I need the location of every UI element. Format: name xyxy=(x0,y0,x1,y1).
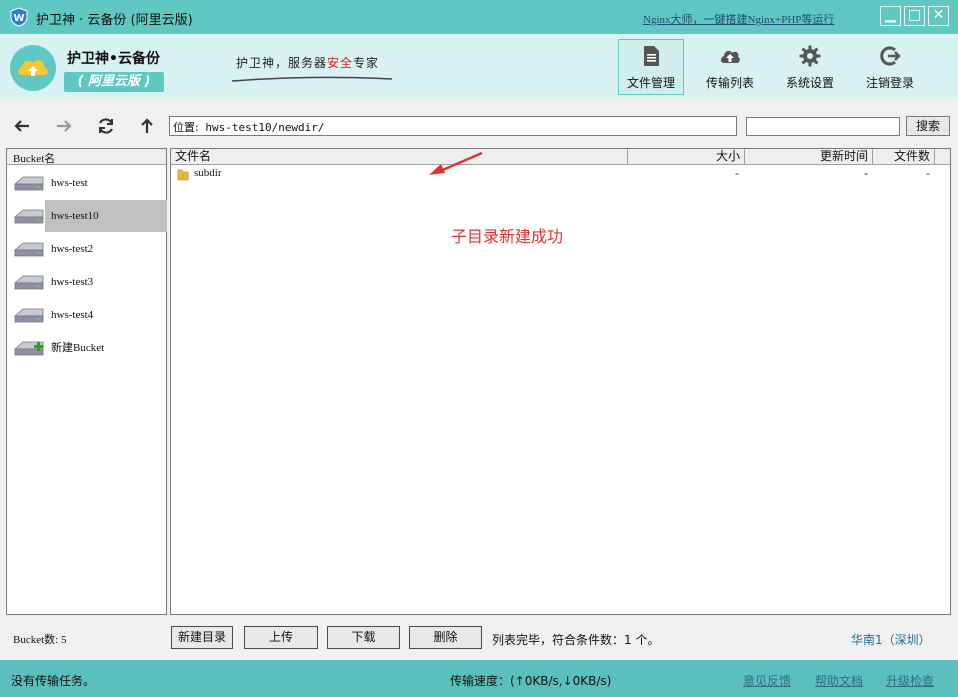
add-disk-icon xyxy=(13,341,44,356)
search-input[interactable] xyxy=(746,117,900,136)
file-size: - xyxy=(735,167,739,180)
download-button[interactable]: 下载 xyxy=(327,626,400,649)
table-row[interactable]: subdir - - - xyxy=(171,166,950,183)
bucket-item[interactable]: hws-test2 xyxy=(13,233,167,265)
feedback-link[interactable]: 意见反馈 xyxy=(743,672,791,689)
bucket-label: hws-test xyxy=(51,177,88,189)
shield-logo-icon: W xyxy=(10,7,28,27)
nav-system-settings[interactable]: 系统设置 xyxy=(777,39,843,95)
brand-edition: ( 阿里云版 ) xyxy=(64,72,164,92)
main-content: Bucket名 hws-test hws-test10 hws-test2 hw… xyxy=(0,148,958,660)
minimize-button[interactable]: ▁ xyxy=(880,6,901,26)
new-directory-button[interactable]: 新建目录 xyxy=(171,626,233,649)
path-value: hws-test10/newdir/ xyxy=(205,121,325,134)
forward-arrow-icon[interactable] xyxy=(54,116,74,136)
toolbar: 位置: hws-test10/newdir/ 搜索 xyxy=(0,100,958,148)
bucket-count: Bucket数: 5 xyxy=(13,634,67,646)
bucket-label: hws-test3 xyxy=(51,276,94,288)
close-button[interactable]: ✕ xyxy=(928,6,949,26)
delete-button[interactable]: 删除 xyxy=(409,626,482,649)
new-bucket-item[interactable]: 新建Bucket xyxy=(13,332,167,364)
column-header-name[interactable]: 文件名 xyxy=(171,149,628,164)
bucket-item[interactable]: hws-test xyxy=(13,167,167,199)
back-arrow-icon[interactable] xyxy=(12,116,32,136)
bucket-list: Bucket名 hws-test hws-test10 hws-test2 hw… xyxy=(6,148,167,615)
upload-button[interactable]: 上传 xyxy=(244,626,318,649)
disk-icon xyxy=(13,275,44,290)
nav-label: 注销登录 xyxy=(865,76,914,90)
search-button[interactable]: 搜索 xyxy=(906,116,950,136)
column-header-updated[interactable]: 更新时间 xyxy=(745,149,873,164)
slogan-text-end: 专家 xyxy=(353,56,380,70)
logout-icon xyxy=(880,46,901,66)
file-updated: - xyxy=(864,167,868,180)
cloud-upload-logo-icon xyxy=(10,45,56,91)
up-arrow-icon[interactable] xyxy=(137,116,157,136)
status-bar: 没有传输任务。 传输速度：(↑0KB/s,↓0KB/s) 意见反馈 帮助文档 升… xyxy=(0,660,958,697)
transfer-speed: 传输速度：(↑0KB/s,↓0KB/s) xyxy=(450,674,612,688)
column-header-size[interactable]: 大小 xyxy=(628,149,745,164)
annotation-text: 子目录新建成功 xyxy=(451,227,564,246)
nav-file-manager[interactable]: 文件管理 xyxy=(618,39,684,95)
refresh-icon[interactable] xyxy=(96,116,116,136)
file-name: subdir xyxy=(194,167,222,179)
folder-icon xyxy=(177,169,189,181)
document-icon xyxy=(644,46,659,66)
slogan: 护卫神，服务器安全专家 xyxy=(236,54,379,71)
bucket-item[interactable]: hws-test3 xyxy=(13,266,167,298)
title-bar: W 护卫神 · 云备份 (阿里云版) Nginx大师，一键搭建Nginx+PHP… xyxy=(0,0,958,34)
maximize-button[interactable]: □ xyxy=(904,6,925,26)
bucket-list-header: Bucket名 xyxy=(7,149,166,165)
disk-icon xyxy=(13,176,44,191)
path-field[interactable]: 位置: hws-test10/newdir/ xyxy=(169,116,737,136)
nav-logout[interactable]: 注销登录 xyxy=(857,39,923,95)
slogan-underline xyxy=(232,76,392,82)
help-link[interactable]: 帮助文档 xyxy=(815,672,863,689)
nav-label: 传输列表 xyxy=(705,76,754,90)
bucket-label: 新建Bucket xyxy=(51,342,105,354)
gear-icon xyxy=(799,45,821,67)
bucket-label: hws-test4 xyxy=(51,309,94,321)
list-status: 列表完毕，符合条件数：1 个。 xyxy=(492,633,660,647)
nav-label: 文件管理 xyxy=(626,76,675,90)
slogan-text: 护卫神，服务器 xyxy=(236,56,328,70)
disk-icon xyxy=(13,209,44,224)
file-count: - xyxy=(926,167,930,180)
promo-link[interactable]: Nginx大师，一键搭建Nginx+PHP等运行 xyxy=(643,11,834,27)
bucket-label: hws-test10 xyxy=(45,200,167,232)
annotation-arrow xyxy=(429,151,483,175)
disk-icon xyxy=(13,242,44,257)
window-title: 护卫神 · 云备份 (阿里云版) xyxy=(36,13,193,28)
region-label[interactable]: 华南1（深圳） xyxy=(851,631,931,648)
nav-label: 系统设置 xyxy=(785,76,834,90)
slogan-highlight: 安全 xyxy=(327,56,354,70)
disk-icon xyxy=(13,308,44,323)
nav-transfer-list[interactable]: 传输列表 xyxy=(697,39,763,95)
bucket-item[interactable]: hws-test4 xyxy=(13,299,167,331)
app-header: 护卫神•云备份 ( 阿里云版 ) 护卫神，服务器安全专家 文件管理 传输列表 系… xyxy=(0,34,958,100)
path-label: 位置: xyxy=(173,121,199,134)
bucket-label: hws-test2 xyxy=(51,243,94,255)
svg-text:W: W xyxy=(13,13,24,24)
brand-name: 护卫神•云备份 xyxy=(67,51,160,67)
file-list-header: 文件名 大小 更新时间 文件数 xyxy=(171,149,950,165)
cloud-upload-icon xyxy=(721,50,740,63)
column-header-count[interactable]: 文件数 xyxy=(873,149,935,164)
transfer-status: 没有传输任务。 xyxy=(11,674,96,688)
file-list: 文件名 大小 更新时间 文件数 subdir - - - 子目录新建成功 xyxy=(170,148,951,615)
bucket-item-selected[interactable]: hws-test10 xyxy=(13,200,167,232)
upgrade-link[interactable]: 升级检查 xyxy=(886,672,934,689)
